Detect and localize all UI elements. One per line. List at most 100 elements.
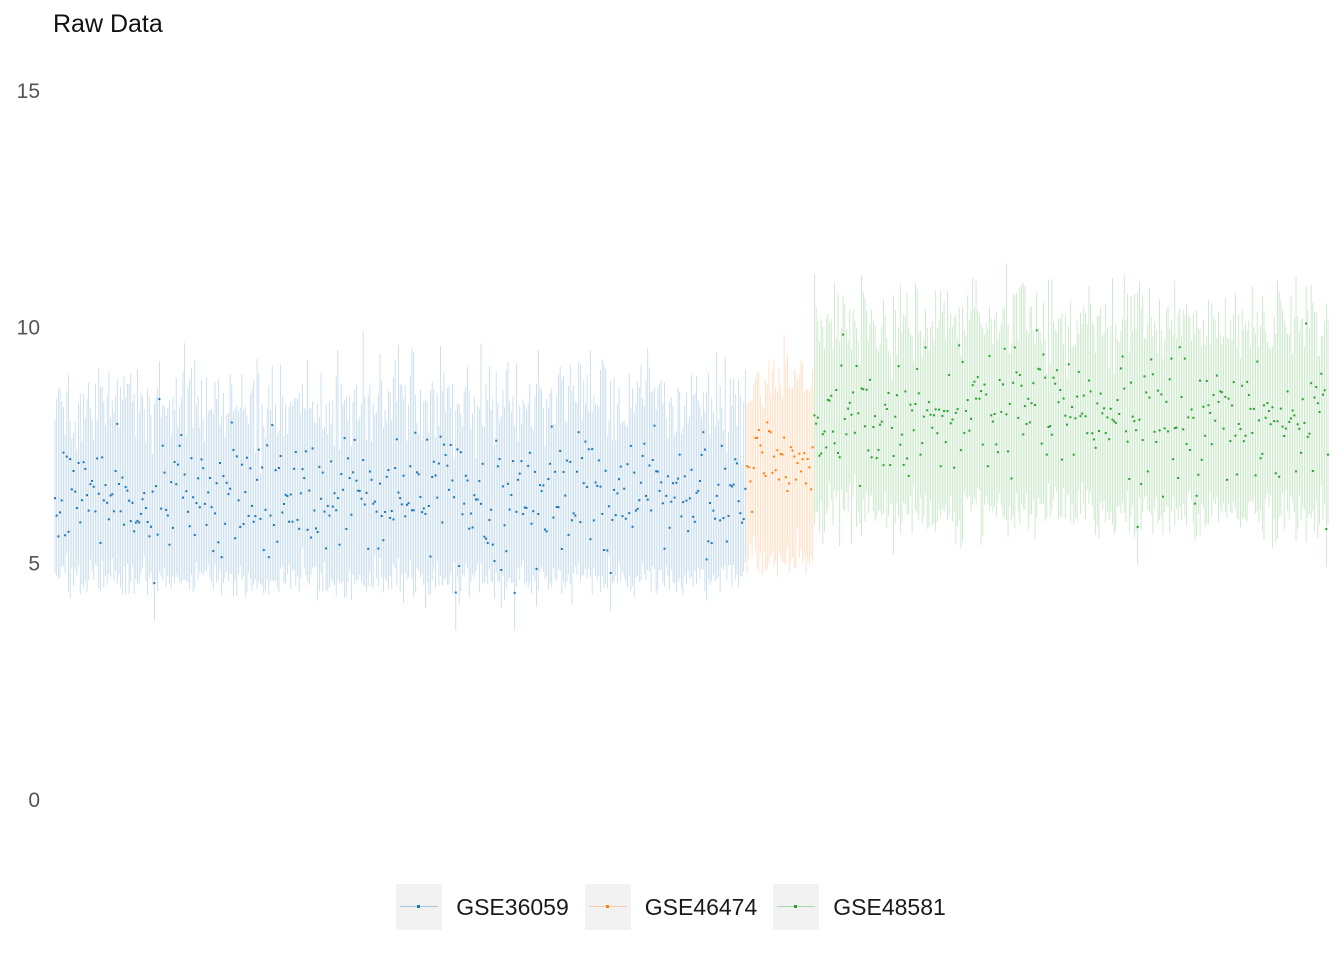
median-point xyxy=(889,464,892,467)
median-point xyxy=(730,485,733,488)
median-point xyxy=(594,481,597,484)
median-point xyxy=(232,448,235,451)
median-point xyxy=(900,433,903,436)
median-point xyxy=(597,459,600,462)
median-point xyxy=(1072,453,1075,456)
legend-item-gse48581: GSE48581 xyxy=(773,884,948,930)
median-point xyxy=(993,413,996,415)
median-point xyxy=(653,424,656,427)
median-point xyxy=(1300,451,1303,454)
median-point xyxy=(1087,379,1090,382)
median-point xyxy=(1145,391,1148,394)
median-point xyxy=(1007,450,1010,453)
median-point xyxy=(574,514,577,517)
median-point xyxy=(1121,355,1124,358)
median-point xyxy=(599,485,602,488)
median-point xyxy=(395,438,398,441)
median-point xyxy=(518,472,521,475)
median-point xyxy=(215,482,218,485)
median-point xyxy=(895,394,898,397)
median-point xyxy=(634,509,637,512)
median-point xyxy=(353,438,356,441)
median-point xyxy=(688,497,691,500)
median-point xyxy=(638,499,641,502)
median-point xyxy=(1161,495,1164,498)
median-point xyxy=(1111,418,1114,421)
median-point xyxy=(633,471,636,474)
median-point xyxy=(436,496,439,499)
median-point xyxy=(212,550,215,553)
median-point xyxy=(432,460,435,463)
median-point xyxy=(1170,357,1173,360)
median-point xyxy=(596,484,599,487)
median-point xyxy=(690,468,693,471)
median-point xyxy=(1054,382,1057,385)
median-point xyxy=(611,518,614,521)
median-point xyxy=(308,489,311,492)
median-point xyxy=(336,497,339,500)
median-point xyxy=(958,344,961,347)
median-point xyxy=(1071,406,1074,408)
median-point xyxy=(621,515,624,518)
median-point xyxy=(449,444,452,446)
median-point xyxy=(1156,389,1159,392)
median-point xyxy=(431,476,434,478)
median-point xyxy=(986,465,989,468)
median-point xyxy=(112,510,115,513)
median-point xyxy=(742,518,745,521)
median-point xyxy=(1268,410,1271,412)
median-point xyxy=(1177,477,1180,479)
median-point xyxy=(1163,427,1166,430)
median-point xyxy=(315,527,317,530)
median-point xyxy=(1227,397,1230,400)
median-point xyxy=(1212,394,1215,396)
median-point xyxy=(1199,379,1202,382)
median-point xyxy=(1293,414,1296,417)
median-point xyxy=(897,365,900,368)
median-point xyxy=(983,383,986,386)
median-point xyxy=(181,496,184,499)
median-point xyxy=(1094,446,1097,449)
median-point xyxy=(540,490,543,493)
median-point xyxy=(776,449,779,452)
median-point xyxy=(303,477,306,480)
median-point xyxy=(906,457,909,460)
median-point xyxy=(675,481,678,484)
median-point xyxy=(601,512,604,515)
median-point xyxy=(346,457,349,460)
legend-label: GSE48581 xyxy=(833,893,946,920)
median-point xyxy=(70,488,73,491)
median-point xyxy=(205,523,208,526)
median-point xyxy=(1143,375,1146,378)
median-point xyxy=(458,565,461,568)
median-point xyxy=(579,521,582,524)
median-point xyxy=(102,499,105,502)
median-point xyxy=(606,549,609,552)
median-point xyxy=(636,507,639,510)
median-point xyxy=(240,463,243,466)
median-point xyxy=(117,483,120,485)
median-point xyxy=(863,425,866,428)
median-point xyxy=(180,434,183,436)
median-point xyxy=(419,495,422,498)
median-point xyxy=(399,497,402,500)
median-point xyxy=(1005,413,1008,416)
median-point xyxy=(631,525,634,528)
median-point xyxy=(823,430,826,433)
median-point xyxy=(281,511,284,514)
median-point xyxy=(1148,396,1151,399)
median-point xyxy=(973,380,976,383)
median-point xyxy=(394,467,397,470)
median-point xyxy=(698,480,701,482)
median-point xyxy=(298,527,301,530)
median-point xyxy=(879,423,882,426)
median-point xyxy=(1310,382,1313,385)
median-point xyxy=(220,556,223,559)
median-point xyxy=(538,484,541,487)
median-point xyxy=(283,503,286,505)
median-point xyxy=(619,465,622,468)
median-point xyxy=(858,484,861,487)
median-point xyxy=(1237,423,1240,425)
median-point xyxy=(213,512,216,515)
median-point xyxy=(60,499,63,502)
